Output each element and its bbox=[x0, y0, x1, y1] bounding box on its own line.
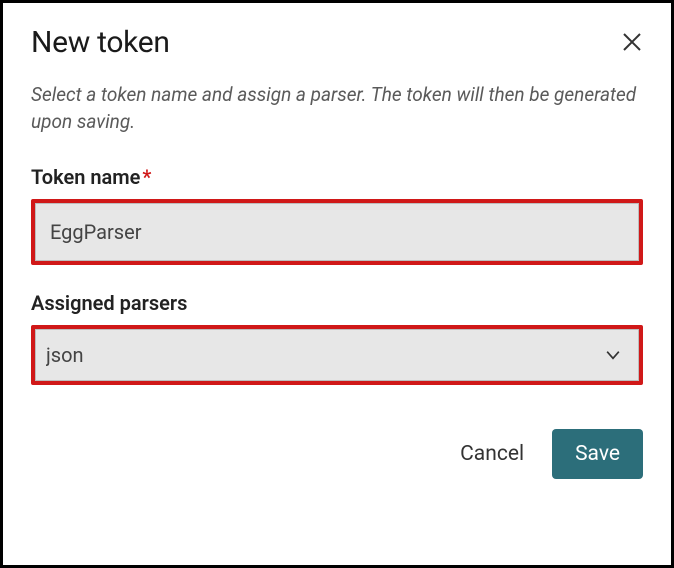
assigned-parsers-highlight bbox=[31, 325, 643, 385]
required-asterisk: * bbox=[142, 165, 151, 189]
token-name-label-text: Token name bbox=[31, 165, 140, 189]
save-button[interactable]: Save bbox=[552, 429, 643, 479]
token-name-field-group: Token name* bbox=[31, 165, 643, 265]
dialog-title: New token bbox=[31, 25, 170, 60]
dialog-button-row: Cancel Save bbox=[31, 429, 643, 479]
assigned-parsers-label: Assigned parsers bbox=[31, 291, 643, 315]
close-icon[interactable] bbox=[621, 31, 643, 57]
token-name-highlight bbox=[31, 199, 643, 265]
token-name-label: Token name* bbox=[31, 165, 643, 189]
cancel-button[interactable]: Cancel bbox=[460, 442, 524, 466]
assigned-parsers-select[interactable] bbox=[35, 329, 639, 381]
assigned-parsers-field-group: Assigned parsers bbox=[31, 291, 643, 385]
dialog-description: Select a token name and assign a parser.… bbox=[31, 82, 643, 135]
dialog-header: New token bbox=[31, 25, 643, 60]
token-name-input[interactable] bbox=[35, 203, 639, 261]
